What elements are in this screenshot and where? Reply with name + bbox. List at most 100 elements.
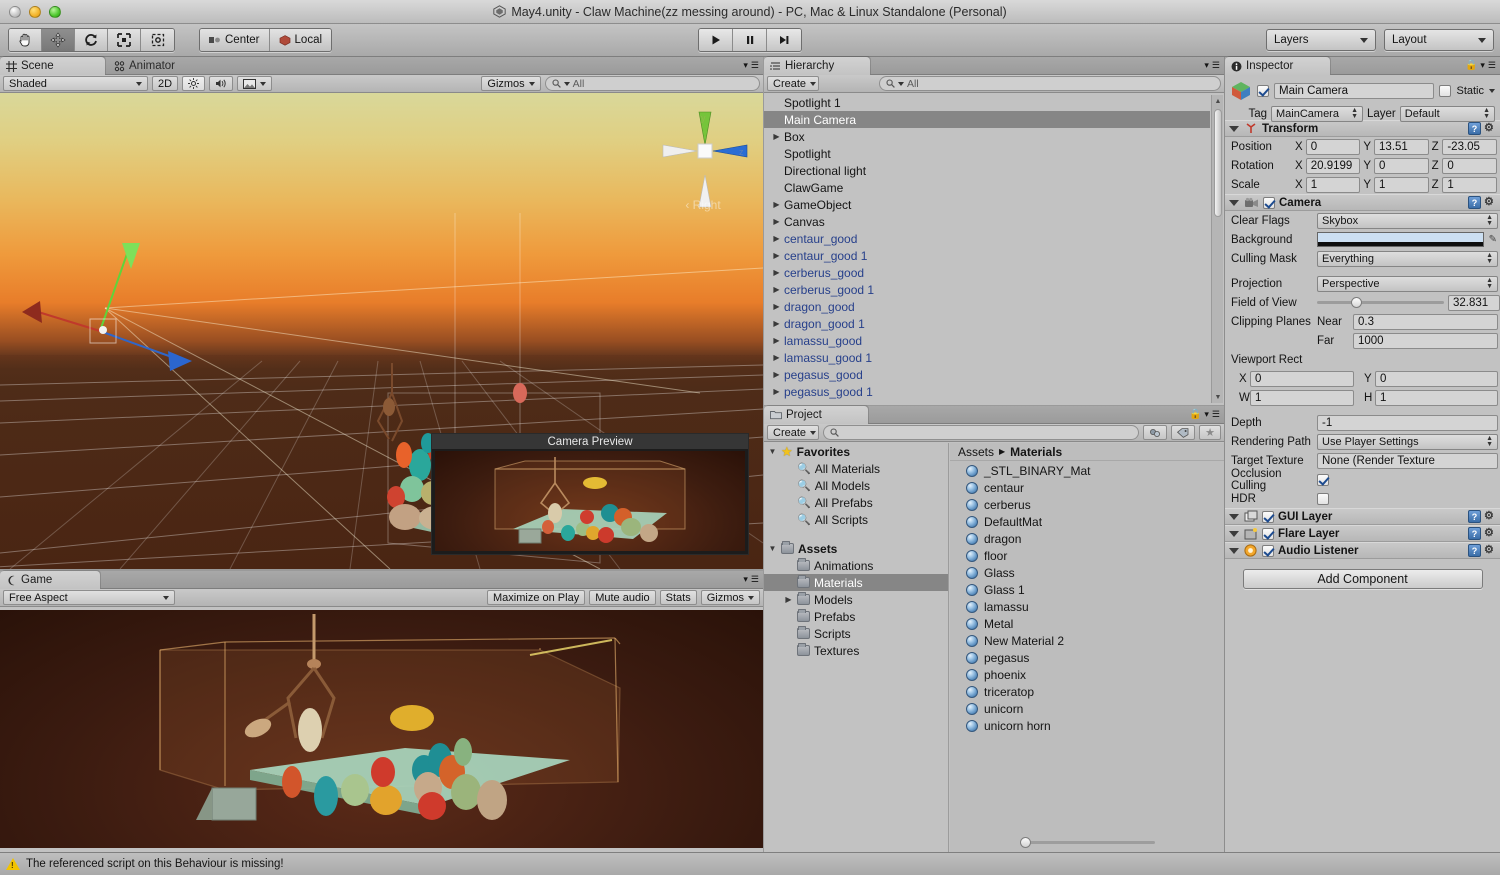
help-icon[interactable]: ?: [1468, 196, 1481, 209]
disclosure-triangle-icon[interactable]: ▶: [784, 595, 793, 604]
camera-component-header[interactable]: Camera ? ⚙: [1225, 194, 1500, 211]
asset-item[interactable]: unicorn horn: [950, 717, 1224, 734]
project-tree-item[interactable]: ▼ Assets: [764, 540, 948, 557]
hierarchy-item[interactable]: ▶ centaur_good 1: [764, 247, 1210, 264]
asset-item[interactable]: cerberus: [950, 496, 1224, 513]
asset-item[interactable]: pegasus: [950, 649, 1224, 666]
hierarchy-item[interactable]: ▶ dragon_good: [764, 298, 1210, 315]
asset-item[interactable]: phoenix: [950, 666, 1224, 683]
pivot-rotation-button[interactable]: Local: [269, 29, 332, 51]
fov-slider-knob[interactable]: [1351, 297, 1363, 308]
scroll-up-icon[interactable]: ▲: [1213, 96, 1223, 106]
hierarchy-item[interactable]: Spotlight 1: [764, 94, 1210, 111]
occlusion-culling-checkbox[interactable]: [1317, 473, 1329, 486]
layers-dropdown[interactable]: Layers: [1266, 29, 1376, 51]
transform-position-z-field[interactable]: -23.05: [1442, 138, 1497, 155]
disclosure-triangle-icon[interactable]: ▶: [772, 200, 781, 209]
project-tree-item[interactable]: 🔍 All Materials: [764, 460, 948, 477]
breadcrumb-assets[interactable]: Assets: [958, 445, 994, 459]
near-field[interactable]: 0.3: [1353, 313, 1498, 330]
tag-dropdown[interactable]: MainCamera ▲ ▼: [1271, 106, 1363, 122]
inspector-panel-menu[interactable]: 🔒 ▾ ☰: [1465, 60, 1496, 71]
game-panel-menu[interactable]: ▾ ☰: [743, 574, 759, 585]
hierarchy-item[interactable]: Directional light: [764, 162, 1210, 179]
help-icon[interactable]: ?: [1468, 510, 1481, 523]
asset-item[interactable]: New Material 2: [950, 632, 1224, 649]
culling-mask-dropdown[interactable]: Everything ▲ ▼: [1317, 250, 1498, 267]
help-icon[interactable]: ?: [1468, 544, 1481, 557]
disclosure-triangle-icon[interactable]: ▶: [772, 268, 781, 277]
chevron-down-icon[interactable]: [1489, 89, 1495, 93]
scene-fx-toggle[interactable]: [237, 76, 273, 91]
disclosure-triangle-icon[interactable]: ▶: [772, 370, 781, 379]
mute-audio-button[interactable]: Mute audio: [589, 590, 656, 605]
clear-flags-dropdown[interactable]: Skybox ▲ ▼: [1317, 212, 1498, 229]
target-texture-field[interactable]: None (Render Texture: [1317, 452, 1498, 469]
scene-audio-toggle[interactable]: [209, 76, 234, 91]
help-icon[interactable]: ?: [1468, 122, 1481, 135]
rotate-tool-button[interactable]: [75, 29, 108, 51]
asset-item[interactable]: dragon: [950, 530, 1224, 547]
project-tree-item[interactable]: 🔍 All Scripts: [764, 511, 948, 528]
tab-animator[interactable]: Animator: [108, 57, 185, 75]
viewport-x-field[interactable]: 0: [1250, 370, 1354, 387]
transform-position-x-field[interactable]: 0: [1305, 138, 1361, 155]
disclosure-triangle-icon[interactable]: ▶: [772, 217, 781, 226]
disclosure-triangle-icon[interactable]: ▶: [772, 234, 781, 243]
gear-icon[interactable]: ⚙: [1484, 510, 1496, 522]
scene-axis-gizmo[interactable]: y z ‹ Right: [659, 107, 755, 212]
project-tree-item[interactable]: Scripts: [764, 625, 948, 642]
far-field[interactable]: 1000: [1353, 332, 1498, 349]
asset-item[interactable]: triceratop: [950, 683, 1224, 700]
project-panel-menu[interactable]: 🔒 ▾ ☰: [1189, 409, 1220, 420]
pivot-mode-button[interactable]: Center: [200, 29, 270, 51]
hierarchy-item[interactable]: ▶ centaur_good: [764, 230, 1210, 247]
play-button[interactable]: [699, 29, 733, 51]
transform-rotation-y-field[interactable]: 0: [1374, 157, 1429, 174]
hierarchy-item[interactable]: ▶ pegasus_good 1: [764, 383, 1210, 400]
disclosure-triangle-icon[interactable]: ▶: [772, 387, 781, 396]
asset-item[interactable]: Metal: [950, 615, 1224, 632]
draw-mode-dropdown[interactable]: Shaded: [3, 76, 148, 91]
hierarchy-list[interactable]: Spotlight 1 Main Camera ▶ Box Spotlight Direc…: [764, 94, 1210, 405]
object-name-field[interactable]: Main Camera: [1274, 83, 1435, 99]
fov-value-field[interactable]: 32.831: [1448, 294, 1500, 311]
transform-position-y-field[interactable]: 13.51: [1374, 138, 1429, 155]
asset-item[interactable]: centaur: [950, 479, 1224, 496]
transform-rotation-x-field[interactable]: 20.9199: [1305, 157, 1361, 174]
project-tree-item[interactable]: Prefabs: [764, 608, 948, 625]
project-tree-item[interactable]: Animations: [764, 557, 948, 574]
tab-inspector[interactable]: Inspector: [1225, 57, 1330, 75]
hierarchy-item[interactable]: ▶ GameObject: [764, 196, 1210, 213]
component-enabled-checkbox[interactable]: [1262, 527, 1274, 540]
depth-field[interactable]: -1: [1317, 414, 1498, 431]
project-assets-pane[interactable]: Assets ▶ Materials _STL_BINARY_Mat centau…: [950, 443, 1224, 852]
foldout-icon[interactable]: [1229, 513, 1239, 520]
game-viewport[interactable]: [0, 610, 763, 848]
background-color-field[interactable]: [1317, 232, 1484, 247]
gear-icon[interactable]: ⚙: [1484, 527, 1496, 539]
disclosure-triangle-icon[interactable]: ▼: [768, 447, 777, 456]
projection-dropdown[interactable]: Perspective ▲ ▼: [1317, 275, 1498, 292]
foldout-icon[interactable]: [1229, 199, 1239, 206]
tab-game[interactable]: Game: [0, 571, 100, 589]
disclosure-triangle-icon[interactable]: ▶: [772, 132, 781, 141]
project-tree-item[interactable]: Textures: [764, 642, 948, 659]
hierarchy-item[interactable]: ▶ Canvas: [764, 213, 1210, 230]
hierarchy-item[interactable]: Spotlight: [764, 145, 1210, 162]
layer-dropdown[interactable]: Default ▲ ▼: [1399, 106, 1495, 122]
hdr-checkbox[interactable]: [1317, 492, 1329, 505]
project-zoom-slider[interactable]: [950, 836, 1224, 848]
scale-tool-button[interactable]: [108, 29, 141, 51]
scroll-down-icon[interactable]: ▼: [1213, 392, 1223, 402]
asset-item[interactable]: unicorn: [950, 700, 1224, 717]
project-tree-item[interactable]: 🔍 All Models: [764, 477, 948, 494]
hierarchy-item[interactable]: ▶ lamassu_good: [764, 332, 1210, 349]
static-checkbox[interactable]: [1439, 85, 1452, 97]
filter-by-label-button[interactable]: [1171, 425, 1196, 440]
favorite-button[interactable]: ★: [1199, 425, 1221, 440]
object-enabled-checkbox[interactable]: [1257, 85, 1269, 97]
filter-by-type-button[interactable]: [1143, 425, 1168, 440]
asset-item[interactable]: floor: [950, 547, 1224, 564]
gear-icon[interactable]: ⚙: [1484, 196, 1496, 208]
